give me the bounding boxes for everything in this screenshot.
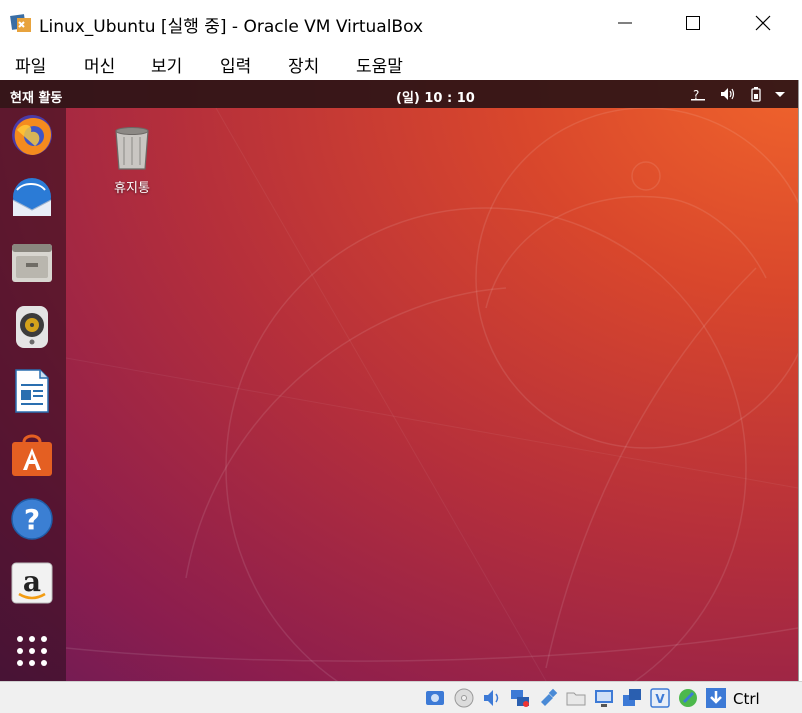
window-edge [798, 80, 802, 681]
menu-input[interactable]: 입력 [220, 52, 251, 77]
trash-label: 휴지통 [114, 181, 150, 196]
hard-disk-icon[interactable] [424, 687, 446, 709]
menu-machine[interactable]: 머신 [84, 52, 115, 77]
menu-view[interactable]: 보기 [151, 52, 182, 77]
host-key-label: Ctrl [733, 690, 760, 708]
help-icon[interactable]: ? [9, 496, 55, 542]
svg-text:a: a [23, 565, 41, 598]
svg-text:?: ? [24, 503, 40, 536]
dropdown-arrow-icon[interactable] [772, 86, 788, 102]
download-icon[interactable] [705, 687, 727, 709]
thunderbird-icon[interactable] [9, 176, 55, 222]
optical-drive-icon[interactable] [453, 687, 475, 709]
show-applications-icon[interactable] [9, 628, 55, 674]
close-button[interactable] [740, 0, 786, 46]
dock: ? a [0, 108, 66, 681]
menubar: 파일 머신 보기 입력 장치 도움말 [0, 46, 802, 80]
wallpaper-pattern [66, 108, 798, 681]
menu-devices[interactable]: 장치 [288, 52, 319, 77]
svg-text:V: V [655, 692, 665, 706]
firefox-icon[interactable] [9, 112, 55, 158]
clock[interactable]: (일) 10 : 10 [396, 87, 475, 106]
files-icon[interactable] [9, 240, 55, 286]
trash-desktop-item[interactable]: 휴지통 [104, 125, 160, 196]
maximize-button[interactable] [670, 0, 716, 46]
volume-icon[interactable] [719, 86, 735, 102]
activities-button[interactable]: 현재 활동 [10, 87, 62, 106]
trash-icon [115, 127, 149, 170]
maximize-icon [686, 16, 700, 30]
video-capture-icon[interactable] [621, 687, 643, 709]
statusbar: V Ctrl [0, 681, 802, 713]
mouse-integration-icon[interactable] [677, 687, 699, 709]
minimize-icon [618, 22, 632, 24]
menu-file[interactable]: 파일 [15, 52, 46, 77]
guest-screen[interactable]: 현재 활동 (일) 10 : 10 ? ? a 휴지통 [0, 80, 798, 681]
battery-icon[interactable] [748, 86, 764, 102]
display-icon[interactable] [593, 687, 615, 709]
network-unknown-icon[interactable]: ? [690, 86, 706, 102]
shared-folders-icon[interactable] [565, 687, 587, 709]
audio-icon[interactable] [481, 687, 503, 709]
top-panel: 현재 활동 (일) 10 : 10 ? [0, 80, 798, 108]
amazon-icon[interactable]: a [9, 560, 55, 606]
software-center-icon[interactable] [9, 432, 55, 478]
network-icon[interactable] [509, 687, 531, 709]
usb-icon[interactable] [537, 687, 559, 709]
virtualbox-icon [10, 14, 31, 32]
rhythmbox-icon[interactable] [9, 304, 55, 350]
menu-help[interactable]: 도움말 [356, 52, 403, 77]
minimize-button[interactable] [602, 0, 648, 46]
vbox-extension-icon[interactable]: V [649, 687, 671, 709]
libreoffice-writer-icon[interactable] [9, 368, 55, 414]
window-title: Linux_Ubuntu [실행 중] - Oracle VM VirtualB… [39, 17, 424, 37]
window-titlebar: Linux_Ubuntu [실행 중] - Oracle VM VirtualB… [0, 0, 802, 46]
close-icon [755, 15, 771, 31]
